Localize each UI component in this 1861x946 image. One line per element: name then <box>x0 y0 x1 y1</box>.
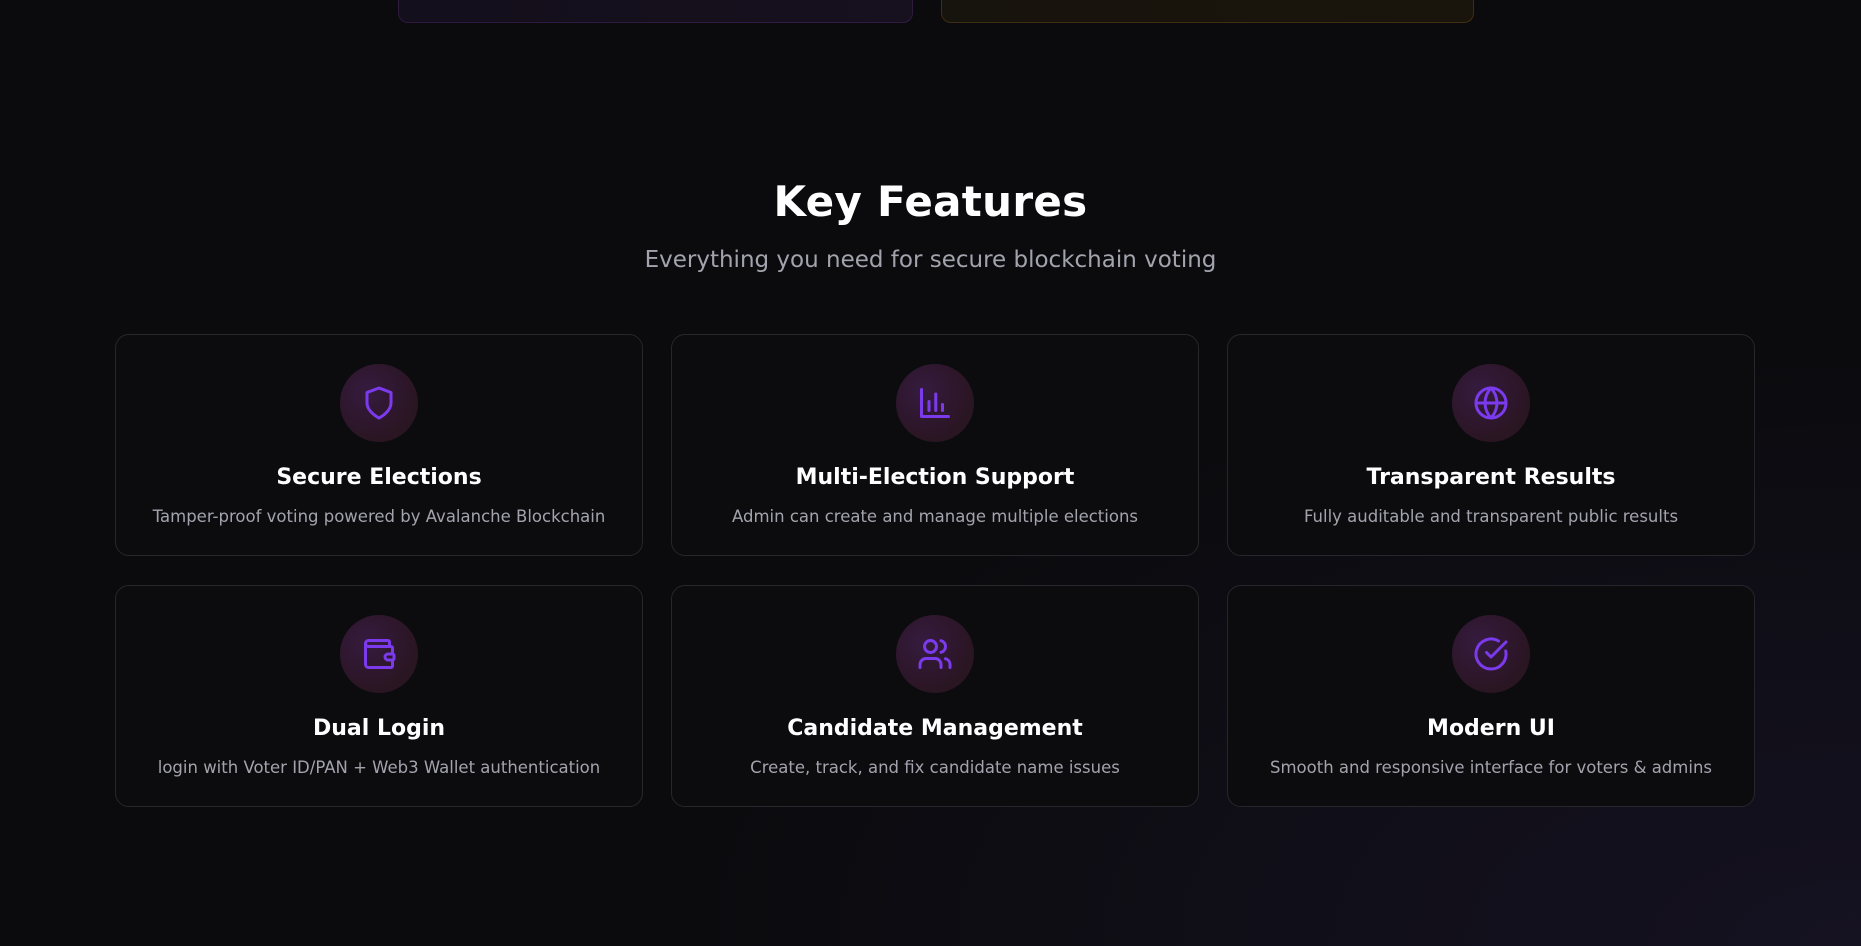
feature-description: Create, track, and fix candidate name is… <box>750 758 1120 777</box>
feature-card-dual-login: Dual Login login with Voter ID/PAN + Web… <box>115 585 643 807</box>
bar-chart-icon <box>896 364 974 442</box>
feature-description: Admin can create and manage multiple ele… <box>731 507 1139 526</box>
feature-card-transparent-results: Transparent Results Fully auditable and … <box>1227 334 1755 556</box>
feature-description: Tamper-proof voting powered by Avalanche… <box>152 507 606 526</box>
feature-description: Fully auditable and transparent public r… <box>1303 507 1679 526</box>
feature-title: Multi-Election Support <box>795 465 1075 490</box>
wallet-icon <box>340 615 418 693</box>
check-circle-icon <box>1452 615 1530 693</box>
feature-card-multi-election-support: Multi-Election Support Admin can create … <box>671 334 1199 556</box>
users-icon <box>896 615 974 693</box>
feature-title: Modern UI <box>1427 716 1555 741</box>
shield-icon <box>340 364 418 442</box>
feature-card-candidate-management: Candidate Management Create, track, and … <box>671 585 1199 807</box>
feature-title: Secure Elections <box>276 465 482 490</box>
globe-icon <box>1452 364 1530 442</box>
feature-card-secure-elections: Secure Elections Tamper-proof voting pow… <box>115 334 643 556</box>
feature-title: Dual Login <box>312 716 446 741</box>
top-card-right <box>941 0 1474 23</box>
feature-title: Transparent Results <box>1366 465 1616 490</box>
section-title: Key Features <box>773 177 1088 226</box>
section-subtitle: Everything you need for secure blockchai… <box>644 247 1217 273</box>
top-card-left <box>398 0 913 23</box>
feature-description: login with Voter ID/PAN + Web3 Wallet au… <box>157 758 601 777</box>
feature-title: Candidate Management <box>787 716 1083 741</box>
page: Key Features Everything you need for sec… <box>0 0 1861 946</box>
feature-card-modern-ui: Modern UI Smooth and responsive interfac… <box>1227 585 1755 807</box>
feature-description: Smooth and responsive interface for vote… <box>1269 758 1712 777</box>
features-grid: Secure Elections Tamper-proof voting pow… <box>115 334 1756 807</box>
